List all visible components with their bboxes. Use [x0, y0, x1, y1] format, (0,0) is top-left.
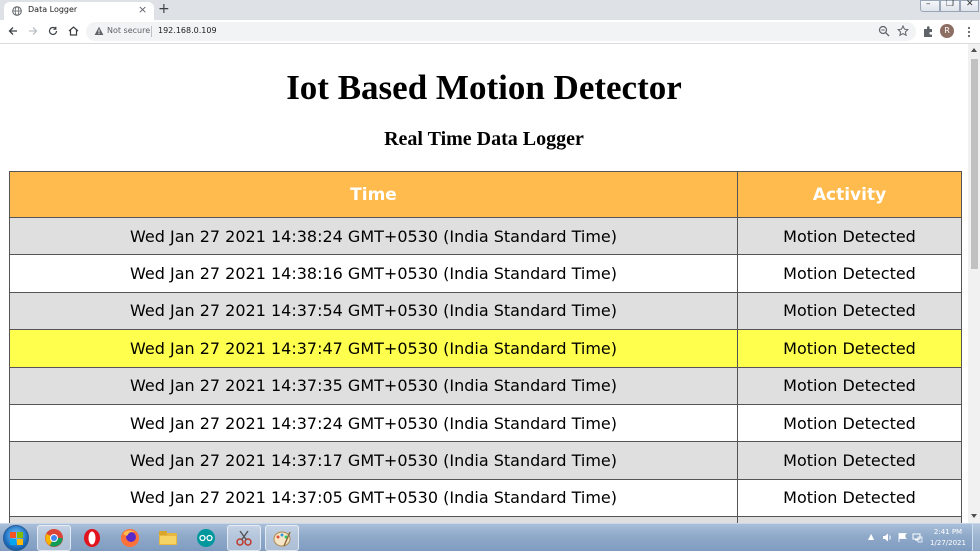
cell-time: Wed Jan 27 2021 14:37:35 GMT+0530 (India… — [9, 366, 738, 405]
arduino-icon — [197, 529, 215, 547]
chrome-icon — [45, 529, 63, 547]
tab-close-icon[interactable]: × — [138, 3, 147, 16]
cell-activity: Motion Detected — [737, 216, 962, 256]
cell-activity: Motion Detected — [737, 441, 962, 480]
minimize-icon: – — [926, 0, 931, 9]
close-icon: ✕ — [966, 0, 974, 9]
tray-overflow-icon[interactable]: ▲ — [868, 532, 874, 541]
profile-avatar[interactable]: R — [940, 24, 954, 38]
clock-date: 1/27/2021 — [930, 539, 966, 547]
table-header-row: Time Activity — [9, 171, 962, 218]
table-row: Wed Jan 27 2021 14:37:05 GMT+0530 (India… — [9, 478, 962, 518]
cell-time: Wed Jan 27 2021 14:37:05 GMT+0530 (India… — [9, 478, 738, 518]
omnibox-divider — [151, 26, 152, 37]
taskbar-firefox[interactable] — [113, 525, 147, 551]
action-center-flag-icon[interactable] — [897, 532, 908, 543]
cell-activity: Motion Detected — [737, 366, 962, 405]
arrow-left-icon — [8, 27, 17, 35]
taskbar-opera[interactable] — [75, 525, 109, 551]
cell-activity: Motion Detected — [737, 403, 962, 443]
column-header-time: Time — [9, 171, 738, 218]
network-icon[interactable] — [912, 532, 923, 543]
table-body: Wed Jan 27 2021 14:38:24 GMT+0530 (India… — [9, 216, 962, 523]
taskbar-file-explorer[interactable] — [151, 525, 185, 551]
extensions-icon[interactable] — [921, 25, 935, 39]
cell-time: Wed Jan 27 2021 14:37:24 GMT+0530 (India… — [9, 403, 738, 443]
vertical-scrollbar[interactable] — [968, 44, 980, 523]
scroll-up-icon[interactable] — [971, 48, 977, 52]
volume-icon[interactable] — [882, 532, 893, 543]
minimize-button[interactable]: – — [920, 0, 940, 12]
snipping-tool-icon — [236, 530, 252, 546]
cell-time: Wed Jan 27 2021 14:38:16 GMT+0530 (India… — [9, 254, 738, 293]
more-menu-icon[interactable] — [962, 25, 976, 39]
data-log-table: Time Activity Wed Jan 27 2021 14:38:24 G… — [9, 171, 962, 523]
cell-time: Wed Jan 27 2021 14:38:24 GMT+0530 (India… — [9, 216, 738, 256]
start-button[interactable] — [3, 525, 29, 551]
scrollbar-thumb[interactable] — [971, 59, 978, 269]
home-icon — [68, 26, 78, 36]
table-row: Wed Jan 27 2021 14:38:16 GMT+0530 (India… — [9, 254, 962, 293]
security-label[interactable]: Not secure — [107, 26, 150, 35]
forward-button[interactable] — [26, 24, 40, 38]
globe-icon — [12, 6, 22, 16]
reload-button[interactable] — [46, 24, 60, 38]
cell-activity: Motion Detected — [737, 291, 962, 331]
table-row: Wed Jan 27 2021 14:37:24 GMT+0530 (India… — [9, 403, 962, 443]
reload-icon — [48, 26, 58, 36]
close-window-button[interactable]: ✕ — [960, 0, 979, 12]
column-header-activity: Activity — [737, 171, 962, 218]
show-desktop-button[interactable] — [972, 524, 980, 551]
taskbar-paint[interactable] — [265, 525, 299, 551]
taskbar: ▲ 2:41 PM 1/27/2021 — [0, 523, 980, 551]
page-subtitle: Real Time Data Logger — [384, 128, 584, 150]
page-content: Iot Based Motion Detector Real Time Data… — [0, 44, 968, 523]
table-row: Wed Jan 27 2021 14:37:54 GMT+0530 (India… — [9, 291, 962, 331]
zoom-icon[interactable] — [878, 25, 890, 37]
table-row: Wed Jan 27 2021 14:38:24 GMT+0530 (India… — [9, 216, 962, 256]
windows-logo-icon — [10, 532, 23, 545]
table-row: Wed Jan 27 2021 14:37:35 GMT+0530 (India… — [9, 366, 962, 405]
cell-activity: Motion Detected — [737, 329, 962, 368]
taskbar-snipping-tool[interactable] — [227, 525, 261, 551]
warning-icon — [94, 26, 104, 35]
browser-tab[interactable]: Data Logger × — [4, 2, 154, 20]
restore-icon: ❐ — [946, 0, 955, 9]
cell-activity: Motion Detected — [737, 478, 962, 518]
taskbar-arduino[interactable] — [189, 525, 223, 551]
tab-title: Data Logger — [28, 5, 78, 14]
taskbar-chrome[interactable] — [37, 525, 71, 551]
url-text[interactable]: 192.168.0.109 — [158, 26, 217, 35]
table-row: Wed Jan 27 2021 14:37:47 GMT+0530 (India… — [9, 329, 962, 368]
bookmark-star-icon[interactable] — [897, 25, 909, 37]
clock-time: 2:41 PM — [933, 528, 963, 536]
maximize-button[interactable]: ❐ — [940, 0, 960, 12]
table-row: Wed Jan 27 2021 14:37:17 GMT+0530 (India… — [9, 441, 962, 480]
tab-strip: Data Logger × + – ❐ ✕ — [0, 0, 980, 20]
firefox-icon — [121, 529, 139, 547]
back-button[interactable] — [6, 24, 20, 38]
cell-time: Wed Jan 27 2021 14:37:54 GMT+0530 (India… — [9, 291, 738, 331]
home-button[interactable] — [66, 24, 80, 38]
cell-time: Wed Jan 27 2021 14:37:47 GMT+0530 (India… — [9, 329, 738, 368]
system-clock[interactable]: 2:41 PM 1/27/2021 — [928, 527, 968, 549]
arrow-right-icon — [29, 27, 38, 35]
address-bar[interactable]: Not secure 192.168.0.109 — [86, 22, 916, 41]
scroll-down-icon[interactable] — [971, 514, 977, 518]
file-explorer-icon — [159, 531, 177, 545]
paint-icon — [273, 531, 291, 547]
opera-icon — [84, 529, 100, 547]
page-title: Iot Based Motion Detector — [286, 68, 682, 107]
browser-toolbar: Not secure 192.168.0.109 R — [0, 20, 980, 44]
cell-activity: Motion Detected — [737, 254, 962, 293]
new-tab-button[interactable]: + — [158, 1, 170, 17]
cell-time: Wed Jan 27 2021 14:37:17 GMT+0530 (India… — [9, 441, 738, 480]
